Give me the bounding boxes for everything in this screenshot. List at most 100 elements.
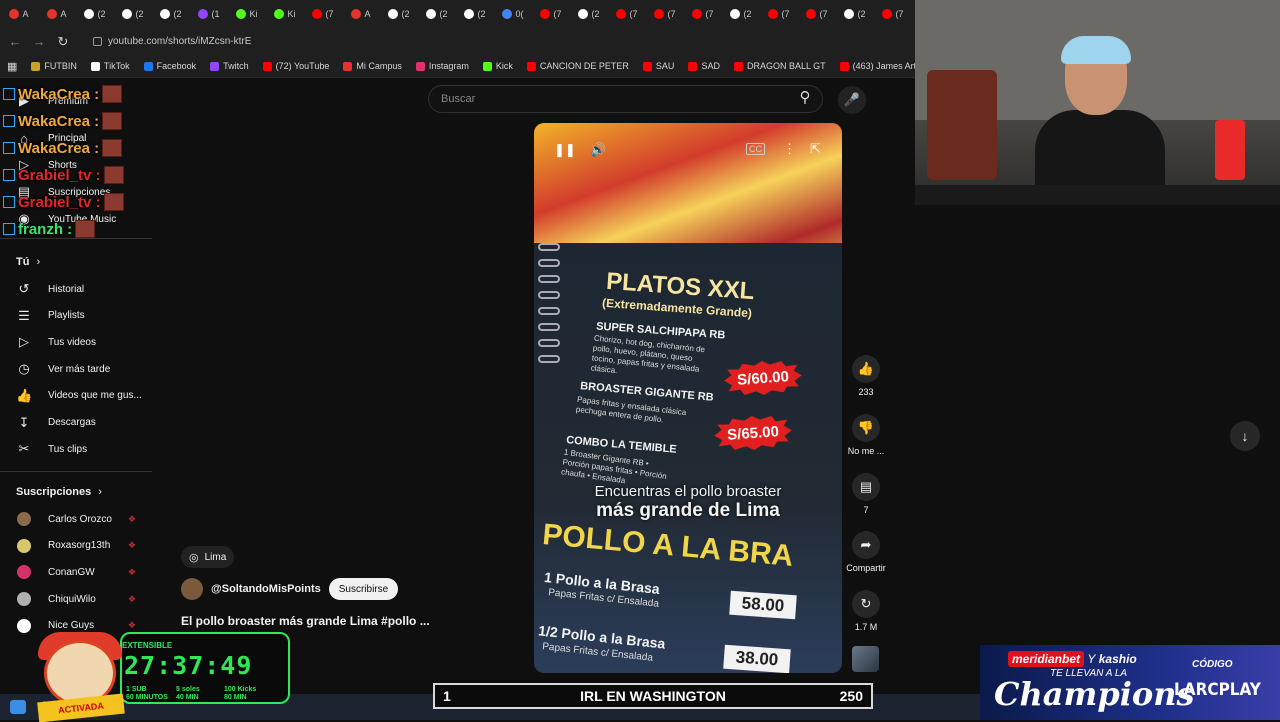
bookmark-item[interactable]: FUTBIN — [24, 61, 84, 71]
bookmark-item[interactable]: Mi Campus — [336, 61, 409, 71]
browser-tab[interactable]: (7 — [874, 0, 912, 28]
like-button[interactable]: 👍 233 — [846, 355, 886, 397]
reload-icon[interactable]: ↻ — [51, 34, 75, 50]
pause-icon[interactable]: ❚❚ — [554, 142, 576, 158]
url-field[interactable]: youtube.com/shorts/iMZcsn-ktrE — [93, 36, 251, 47]
sidebar-item[interactable]: Carlos Orozco ❖ — [0, 506, 150, 532]
bookmark-item[interactable]: Facebook — [137, 61, 204, 71]
sidebar-item[interactable]: ☰ Playlists — [0, 303, 150, 329]
browser-tab[interactable]: (2 — [418, 0, 456, 28]
bookmark-item[interactable]: Twitch — [203, 61, 256, 71]
sidebar-item[interactable]: ▷ Tus videos — [0, 329, 150, 355]
sidebar-item[interactable]: 👍 Videos que me gus... — [0, 383, 150, 409]
browser-tab[interactable]: A — [38, 0, 76, 28]
browser-tab[interactable]: (7 — [798, 0, 836, 28]
browser-tab[interactable]: (2 — [76, 0, 114, 28]
browser-tab[interactable]: (2 — [722, 0, 760, 28]
dislike-button[interactable]: 👎 No me ... — [846, 414, 886, 456]
sound-thumbnail[interactable] — [852, 646, 879, 672]
sponsor-headline: Champions — [994, 675, 1195, 713]
channel-avatar[interactable] — [181, 578, 203, 600]
fullscreen-icon[interactable]: ⇱ — [810, 141, 821, 157]
bookmark-favicon-icon — [143, 61, 153, 71]
browser-tab[interactable]: (7 — [608, 0, 646, 28]
clip-icon: ✂ — [18, 441, 30, 457]
search-input[interactable]: Buscar — [428, 85, 823, 113]
bookmark-item[interactable]: SAD — [681, 61, 727, 71]
browser-tab[interactable]: (2 — [380, 0, 418, 28]
tiktok-icon — [464, 9, 475, 19]
browser-tab[interactable]: (7 — [646, 0, 684, 28]
live-indicator-icon: ❖ — [127, 620, 136, 631]
channel-avatar — [17, 592, 31, 607]
goal-title: IRL EN WASHINGTON — [580, 688, 726, 704]
location-chip[interactable]: ◎ Lima — [181, 546, 235, 568]
forward-icon[interactable]: → — [27, 34, 51, 49]
browser-tab[interactable]: (2 — [570, 0, 608, 28]
video-title[interactable]: El pollo broaster más grande Lima #pollo… — [181, 614, 430, 628]
closed-captions-icon[interactable]: CC — [746, 143, 765, 155]
browser-tab[interactable]: (7 — [304, 0, 342, 28]
bookmark-item[interactable]: CANCION DE PETER — [520, 61, 636, 71]
remix-button[interactable]: ↻ 1.7 M — [846, 590, 886, 632]
sidebar-item[interactable]: ↺ Historial — [0, 276, 150, 302]
comments-button[interactable]: ▤ 7 — [846, 473, 886, 515]
browser-tab[interactable]: Ki — [228, 0, 266, 28]
sidebar-item-label: Playlists — [48, 310, 85, 322]
share-button[interactable]: ➦ Compartir — [844, 531, 888, 573]
sidebar-item[interactable]: ✂ Tus clips — [0, 436, 150, 462]
tab-label: (7 — [667, 9, 676, 19]
bookmark-item[interactable]: TikTok — [84, 61, 137, 71]
sidebar-item[interactable]: Roxasorg13th ❖ — [0, 533, 150, 559]
volume-icon[interactable]: 🔊 — [590, 142, 606, 158]
channel-name[interactable]: @SoltandoMisPoints — [211, 583, 321, 595]
shorts-video-player[interactable]: PLATOS XXL (Extremadamente Grande) SUPER… — [534, 123, 842, 673]
sidebar-item[interactable]: ↧ Descargas — [0, 410, 150, 436]
more-options-icon[interactable]: ⋮ — [783, 141, 796, 157]
windows-start-icon[interactable] — [10, 700, 26, 714]
browser-tab[interactable]: (7 — [760, 0, 798, 28]
back-icon[interactable]: ← — [3, 34, 27, 49]
bookmark-favicon-icon — [642, 61, 652, 71]
site-info-icon[interactable] — [93, 37, 102, 46]
sidebar-item[interactable]: ChiquiWilo ❖ — [0, 586, 150, 612]
bookmark-item[interactable]: SAU — [636, 61, 682, 71]
bookmark-favicon-icon — [839, 61, 849, 71]
browser-tab[interactable]: 0( — [494, 0, 532, 28]
sidebar-item[interactable]: ConanGW ❖ — [0, 559, 150, 585]
chat-username: Grabiel_tv : — [18, 193, 101, 211]
browser-tab[interactable]: (2 — [152, 0, 190, 28]
browser-tab[interactable]: (7 — [532, 0, 570, 28]
subscribe-button[interactable]: Suscribirse — [328, 578, 399, 600]
bookmark-item[interactable]: Kick — [476, 61, 520, 71]
bookmark-item[interactable]: Instagram — [409, 61, 476, 71]
tab-label: (7 — [895, 9, 904, 19]
browser-tab[interactable]: (2 — [836, 0, 874, 28]
apps-grid-icon[interactable]: ▦ — [0, 60, 24, 73]
browser-tab[interactable]: (2 — [114, 0, 152, 28]
browser-tab[interactable]: Ki — [266, 0, 304, 28]
bookmark-label: Twitch — [223, 61, 249, 71]
sidebar-subscriptions-header[interactable]: Suscripciones › — [16, 486, 102, 498]
bookmark-item[interactable]: (72) YouTube — [256, 61, 337, 71]
browser-tab[interactable]: (7 — [684, 0, 722, 28]
microphone-icon[interactable]: 🎤 — [838, 86, 866, 114]
bookmark-item[interactable]: (463) James Arthur -... — [833, 61, 915, 71]
browser-tab[interactable]: A — [342, 0, 380, 28]
next-video-icon[interactable]: ↓ — [1230, 421, 1260, 451]
channel-avatar — [17, 512, 31, 526]
browser-tab[interactable]: A — [0, 0, 38, 28]
sidebar-item-label: Nice Guys — [48, 620, 95, 632]
chat-badge-icon — [3, 223, 15, 235]
sidebar-you-header[interactable]: Tú › — [16, 256, 40, 268]
sidebar-item[interactable]: ◷ Ver más tarde — [0, 356, 150, 382]
live-indicator-icon: ❖ — [127, 593, 136, 604]
browser-tab[interactable]: (2 — [456, 0, 494, 28]
chat-badge-icon — [3, 115, 15, 127]
search-icon[interactable]: ⚲ — [790, 88, 820, 110]
bookmark-item[interactable]: DRAGON BALL GT — [727, 61, 833, 71]
tab-label: (2 — [135, 9, 144, 19]
browser-tab[interactable]: (1 — [190, 0, 228, 28]
tab-label: (2 — [857, 9, 866, 19]
playlist-icon: ☰ — [18, 307, 30, 323]
